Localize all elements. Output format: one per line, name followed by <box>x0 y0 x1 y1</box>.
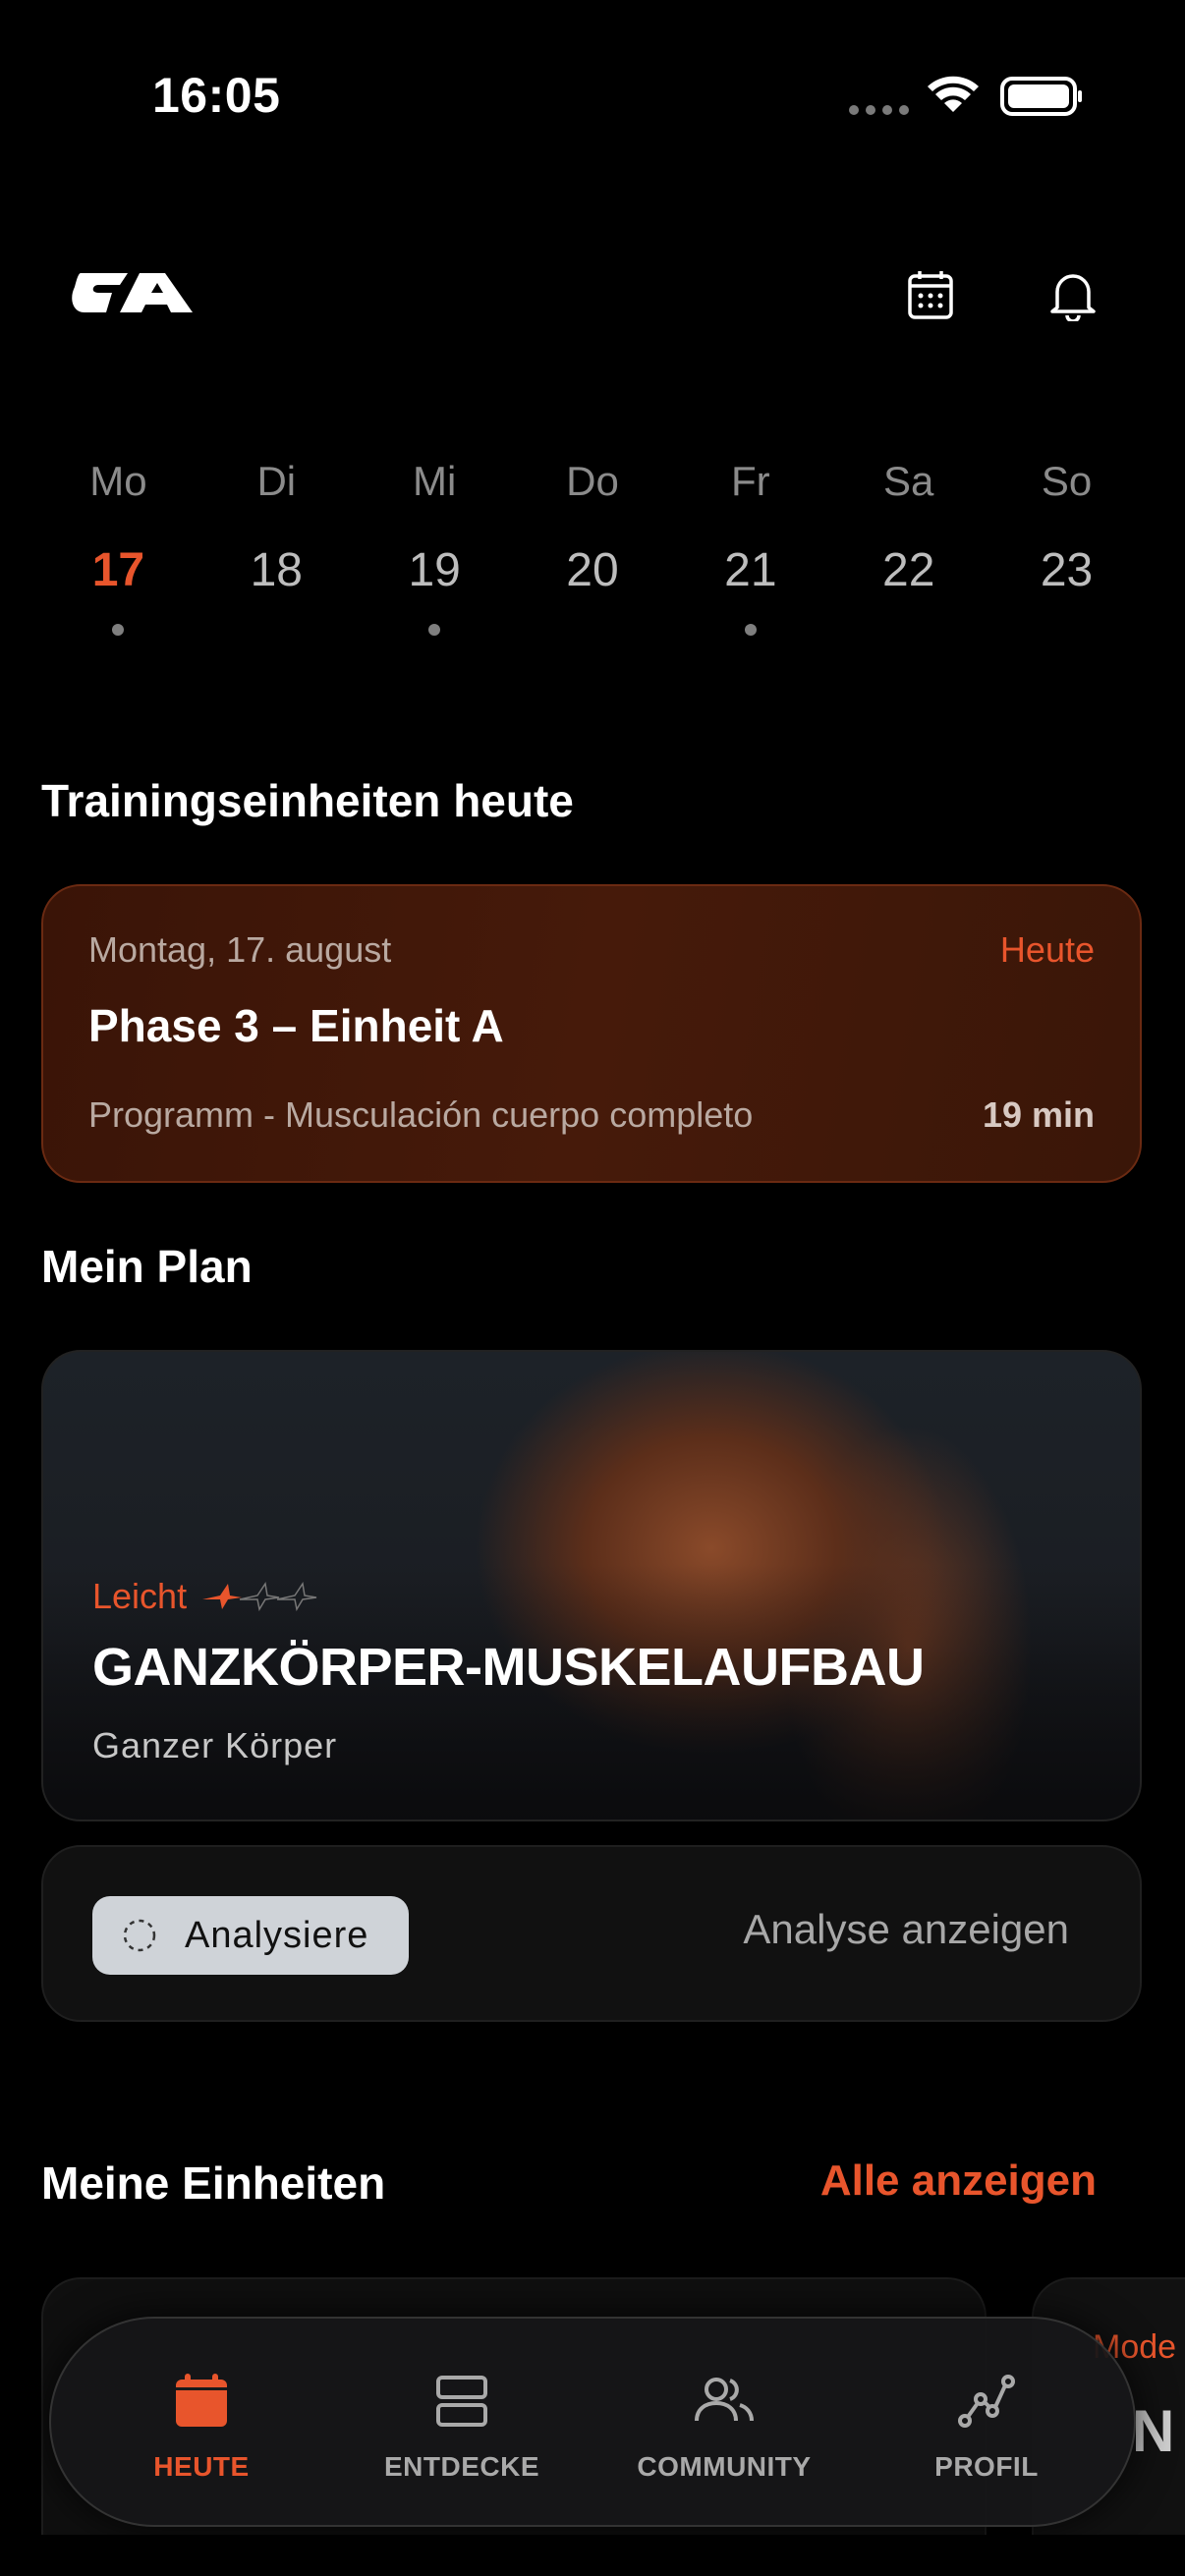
workout-indicator-dot <box>428 624 441 636</box>
day-mi[interactable]: Mi 19 <box>375 447 493 636</box>
tab-label: ENTDECKE <box>383 2451 539 2482</box>
analysis-card: Analysiere Analyse anzeigen <box>41 1845 1142 2022</box>
signal-dots-icon <box>849 105 909 115</box>
battery-icon <box>1000 77 1082 116</box>
plan-card[interactable]: Leicht GANZKÖRPER-MUSKELAUFBAU Ganzer Kö… <box>41 1350 1142 1821</box>
wifi-icon <box>928 76 979 112</box>
day-do[interactable]: Do 20 <box>534 447 651 636</box>
calendar-button[interactable] <box>896 260 965 329</box>
today-workout-card[interactable]: Montag, 17. august Heute Phase 3 – Einhe… <box>41 884 1142 1183</box>
day-so[interactable]: So 23 <box>1008 447 1126 636</box>
tab-heute[interactable]: HEUTE <box>93 2370 310 2483</box>
workout-program: Programm - Musculación cuerpo completo <box>88 1094 754 1135</box>
calendar-icon <box>176 2374 227 2427</box>
day-name: Sa <box>883 458 934 504</box>
workout-date: Montag, 17. august <box>88 929 392 970</box>
day-number: 22 <box>882 544 935 596</box>
notifications-button[interactable] <box>1039 260 1107 329</box>
difficulty-stars-icon <box>202 1582 317 1611</box>
workout-indicator-dot <box>112 624 125 636</box>
see-all-link[interactable]: Alle anzeigen <box>820 2156 1097 2206</box>
day-name: Di <box>256 458 297 504</box>
day-number: 23 <box>1040 544 1094 596</box>
status-time: 16:05 <box>152 68 281 123</box>
app-logo <box>71 263 198 322</box>
day-number: 17 <box>91 544 145 596</box>
day-number: 19 <box>408 544 461 596</box>
show-analysis-link[interactable]: Analyse anzeigen <box>743 1906 1069 1953</box>
day-name: So <box>1041 458 1093 504</box>
tab-profil[interactable]: PROFIL <box>878 2370 1095 2483</box>
day-number: 21 <box>724 544 777 596</box>
plan-title: GANZKÖRPER-MUSKELAUFBAU <box>92 1638 925 1697</box>
day-fr[interactable]: Fr 21 <box>692 447 810 636</box>
analysis-status-chip: Analysiere <box>92 1896 409 1975</box>
section-title-today: Trainingseinheiten heute <box>41 775 574 826</box>
workout-duration: 19 min <box>982 1094 1095 1135</box>
unit-card-peek-title: N <box>1132 2398 1175 2464</box>
day-name: Do <box>566 458 619 504</box>
plan-subtitle: Ganzer Körper <box>92 1725 338 1765</box>
status-icons <box>847 69 1083 124</box>
day-name: Fr <box>731 458 770 504</box>
section-title-units: Meine Einheiten <box>41 2157 386 2209</box>
day-sa[interactable]: Sa 22 <box>850 447 968 636</box>
tab-label: COMMUNITY <box>637 2451 812 2482</box>
workout-indicator-dot <box>744 624 757 636</box>
day-di[interactable]: Di 18 <box>217 447 335 636</box>
stack-icon <box>436 2376 487 2427</box>
users-icon <box>695 2378 754 2422</box>
calendar-icon <box>908 271 953 319</box>
loading-spinner-icon <box>123 1919 156 1952</box>
day-mo[interactable]: Mo 17 <box>59 447 177 636</box>
day-name: Mo <box>89 458 147 504</box>
today-badge: Heute <box>999 929 1095 970</box>
day-name: Mi <box>412 458 457 504</box>
chart-line-icon <box>958 2375 1015 2428</box>
tab-label: HEUTE <box>153 2451 250 2482</box>
day-number: 18 <box>250 544 303 596</box>
workout-title: Phase 3 – Einheit A <box>88 1000 504 1051</box>
tab-community[interactable]: COMMUNITY <box>616 2370 832 2483</box>
day-number: 20 <box>566 544 619 596</box>
analysis-status-label: Analysiere <box>185 1914 369 1956</box>
section-title-plan: Mein Plan <box>41 1241 253 1292</box>
tab-label: PROFIL <box>934 2451 1039 2482</box>
tab-bar: HEUTE ENTDECKE COMMUNITY PROFIL <box>49 2317 1136 2527</box>
bell-icon <box>1050 274 1096 321</box>
tab-entdecke[interactable]: ENTDECKE <box>354 2370 570 2483</box>
plan-level: Leicht <box>92 1576 318 1617</box>
week-strip: Mo 17 Di 18 Mi 19 Do 20 Fr 21 Sa 22 So 23 <box>39 447 1146 673</box>
plan-level-label: Leicht <box>92 1576 188 1616</box>
